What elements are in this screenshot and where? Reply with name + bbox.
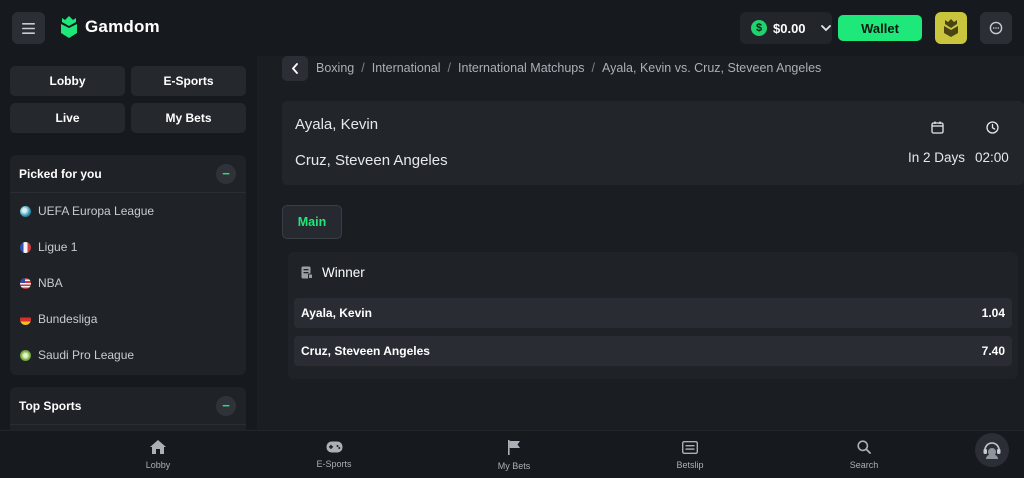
match-time-label: 02:00 [975,150,1009,165]
balance-dropdown[interactable]: $ $0.00 [740,12,832,44]
wallet-button[interactable]: Wallet [838,15,922,41]
bottom-nav-search[interactable]: Search [819,431,909,478]
search-icon [857,440,871,454]
odds-button-home[interactable]: Ayala, Kevin 1.04 [294,298,1012,328]
logo-text: Gamdom [85,17,160,36]
top-sports-header: Top Sports − [10,387,246,425]
breadcrumb-international[interactable]: International [372,61,441,75]
breadcrumb-current-match[interactable]: Ayala, Kevin vs. Cruz, Steveen Angeles [602,61,821,75]
odds-value: 7.40 [981,344,1005,358]
bottom-nav-lobby[interactable]: Lobby [113,431,203,478]
home-team-name: Ayala, Kevin [295,116,379,133]
match-header-card: Ayala, Kevin Cruz, Steveen Angeles In 2 … [282,101,1024,185]
top-sports-panel: Top Sports − [10,387,246,430]
germany-flag-icon [20,313,31,325]
breadcrumb-separator: / [361,61,365,75]
market-list-icon [301,266,313,279]
tab-main[interactable]: Main [282,205,342,239]
gamdom-logo-icon [61,16,77,38]
league-item-saudi-pro[interactable]: Saudi Pro League [10,337,246,373]
bottom-nav-mybets[interactable]: My Bets [469,431,559,478]
bottom-nav-label: E-Sports [316,459,352,469]
match-date-label: In 2 Days [908,150,966,165]
bottom-navigation: Lobby E-Sports My Bets Betslip Search [0,430,1024,478]
main-content: Boxing / International / International M… [282,56,1024,430]
flag-icon [508,439,520,455]
league-item-ligue1[interactable]: Ligue 1 [10,229,246,265]
top-sports-title: Top Sports [19,398,82,413]
usa-flag-icon [20,277,31,289]
rank-badge-icon [944,19,958,37]
odds-button-away[interactable]: Cruz, Steveen Angeles 7.40 [294,336,1012,366]
picked-for-you-header: Picked for you − [10,155,246,193]
league-item-bundesliga[interactable]: Bundesliga [10,301,246,337]
home-icon [150,440,166,454]
selection-name: Cruz, Steveen Angeles [301,344,430,358]
picked-for-you-panel: Picked for you − UEFA Europa League Ligu… [10,155,246,375]
picked-collapse-button[interactable]: − [216,163,236,184]
league-item-nba[interactable]: NBA [10,265,246,301]
away-team-name: Cruz, Steveen Angeles [295,152,448,169]
clock-icon [986,121,999,134]
league-label: Bundesliga [38,312,98,326]
bottom-nav-label: Lobby [145,460,171,470]
chevron-down-icon [820,24,831,31]
saudi-pro-league-icon [20,349,31,361]
league-label: Saudi Pro League [38,348,135,362]
menu-button[interactable] [12,12,45,44]
breadcrumb-boxing[interactable]: Boxing [316,61,354,75]
league-label: NBA [38,276,63,290]
sidebar-lobby-button[interactable]: Lobby [10,66,125,96]
selection-name: Ayala, Kevin [301,306,372,320]
chat-button[interactable] [980,12,1012,44]
breadcrumb-separator: / [591,61,595,75]
league-label: Ligue 1 [38,240,78,254]
support-chat-button[interactable] [975,433,1009,467]
sidebar-live-button[interactable]: Live [10,103,125,133]
bottom-nav-betslip[interactable]: Betslip [645,431,735,478]
hamburger-icon [22,22,35,34]
breadcrumb-international-matchups[interactable]: International Matchups [458,61,584,75]
dollar-coin-icon: $ [751,20,767,36]
odds-value: 1.04 [981,306,1005,320]
bottom-nav-label: Search [849,460,879,470]
support-agent-icon [983,442,1001,459]
bottom-nav-label: My Bets [497,460,531,471]
gamdom-logo[interactable]: Gamdom [60,16,160,38]
picked-for-you-title: Picked for you [19,166,102,181]
europa-league-icon [20,205,31,217]
gamepad-icon [326,441,342,453]
sidebar-mybets-button[interactable]: My Bets [131,103,246,133]
market-title: Winner [322,265,365,280]
winner-market-card: Winner Ayala, Kevin 1.04 Cruz, Steveen A… [288,252,1018,379]
chevron-left-icon [291,63,298,74]
betslip-icon [682,440,698,454]
balance-amount: $0.00 [773,20,806,36]
top-sports-collapse-button[interactable]: − [216,395,236,416]
france-flag-icon [20,241,31,253]
profile-avatar-button[interactable] [935,12,967,44]
breadcrumb: Boxing / International / International M… [316,61,821,75]
sidebar-esports-button[interactable]: E-Sports [131,66,246,96]
sidebar: Lobby E-Sports Live My Bets Picked for y… [0,56,257,430]
chat-bubble-icon [989,21,1003,35]
league-label: UEFA Europa League [38,204,155,218]
back-button[interactable] [282,56,308,81]
bottom-nav-label: Betslip [676,459,704,470]
league-item-europa[interactable]: UEFA Europa League [10,193,246,229]
top-header: Gamdom $ $0.00 Wallet [0,0,1024,56]
calendar-icon [931,121,944,134]
bottom-nav-esports[interactable]: E-Sports [289,431,379,478]
breadcrumb-separator: / [447,61,452,75]
